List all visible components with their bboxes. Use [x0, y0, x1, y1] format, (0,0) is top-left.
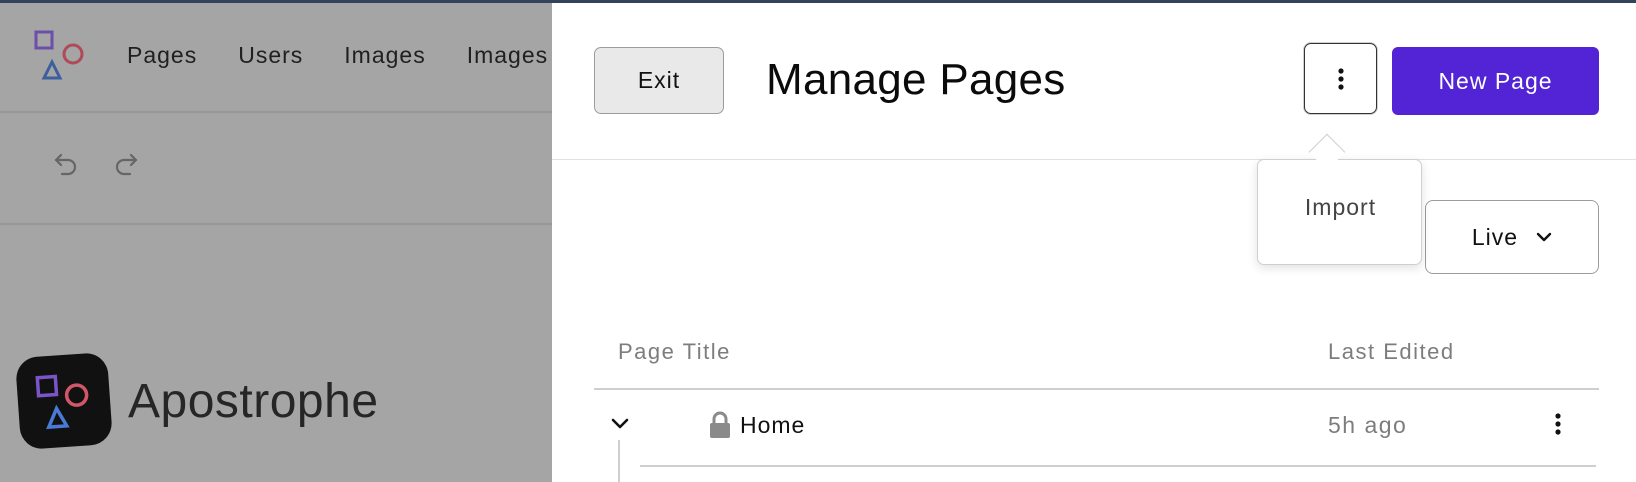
lock-icon [710, 411, 730, 438]
tree-connector [618, 440, 620, 482]
brand-name: Apostrophe [128, 374, 379, 428]
manage-pages-modal: Exit Manage Pages New Page Import Live P… [552, 3, 1636, 482]
row-divider [640, 465, 1596, 467]
mode-select-label: Live [1471, 223, 1519, 250]
admin-nav-pages[interactable]: Pages [127, 42, 197, 69]
modal-header: Exit Manage Pages New Page [552, 3, 1636, 160]
new-page-button[interactable]: New Page [1392, 47, 1599, 115]
mode-select-button[interactable]: Live [1425, 200, 1599, 274]
chevron-down-icon[interactable] [607, 411, 633, 437]
column-header-page-title[interactable]: Page Title [618, 339, 731, 365]
more-options-button[interactable] [1304, 43, 1377, 114]
admin-nav-users[interactable]: Users [238, 42, 303, 69]
admin-nav: Pages Users Images Images [127, 42, 548, 69]
redo-icon[interactable] [112, 149, 140, 177]
row-page-title[interactable]: Home [740, 412, 805, 439]
exit-button[interactable]: Exit [594, 47, 724, 114]
table-row[interactable]: Home 5h ago [594, 391, 1599, 465]
admin-nav-image-tags[interactable]: Images [467, 42, 548, 69]
table-header-divider [594, 388, 1599, 390]
window-top-edge [0, 0, 1636, 3]
row-last-edited: 5h ago [1328, 412, 1408, 438]
apostrophe-logo-icon[interactable] [34, 30, 88, 84]
dimmed-admin-background: Pages Users Images Images Apostrophe [0, 0, 552, 482]
more-vertical-icon [1337, 67, 1344, 90]
import-menu-item[interactable]: Import [1258, 194, 1423, 221]
context-bar [0, 115, 552, 225]
undo-icon[interactable] [52, 149, 80, 177]
brand: Apostrophe [14, 351, 379, 451]
page-title: Manage Pages [766, 55, 1066, 104]
more-options-menu: Import [1257, 159, 1422, 265]
column-header-last-edited[interactable]: Last Edited [1328, 339, 1455, 365]
admin-bar: Pages Users Images Images [0, 0, 552, 113]
row-more-button[interactable] [1544, 407, 1572, 441]
chevron-down-icon [1536, 232, 1552, 242]
admin-nav-images[interactable]: Images [344, 42, 425, 69]
more-vertical-icon [1555, 413, 1561, 435]
apostrophe-app-icon [14, 351, 114, 451]
